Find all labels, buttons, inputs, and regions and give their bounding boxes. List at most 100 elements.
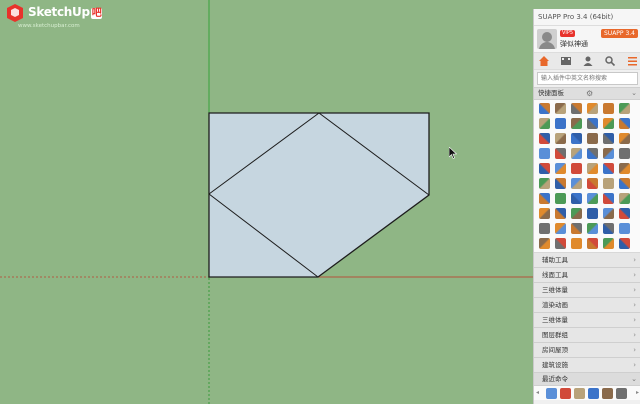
plugin-tool-icon[interactable]: [539, 208, 550, 219]
suapp-panel[interactable]: SUAPP Pro 3.4 (64bit) VIP5 弹似神通 SUAPP 3.…: [533, 9, 640, 404]
scroll-right-icon[interactable]: ▸: [636, 389, 639, 396]
plugin-tool-icon[interactable]: [571, 163, 582, 174]
plugin-tool-icon[interactable]: [571, 193, 582, 204]
scroll-left-icon[interactable]: ◂: [536, 389, 539, 396]
plugin-tool-icon[interactable]: [539, 163, 550, 174]
plugin-tool-icon[interactable]: [603, 178, 614, 189]
recent-command-icon[interactable]: [588, 388, 599, 399]
recent-command-icon[interactable]: [602, 388, 613, 399]
plugin-tool-icon[interactable]: [587, 118, 598, 129]
plugin-tool-icon[interactable]: [555, 103, 566, 114]
username[interactable]: 弹似神通: [560, 39, 588, 49]
plugin-tool-icon[interactable]: [539, 238, 550, 249]
recent-commands-label: 最近命令: [542, 375, 568, 383]
plugin-tool-icon[interactable]: [603, 223, 614, 234]
mouse-cursor-icon: [449, 147, 457, 159]
plugin-tool-icon[interactable]: [587, 193, 598, 204]
menu-item-8[interactable]: 建筑设施 ›: [534, 358, 640, 373]
plugin-tool-icon[interactable]: [555, 223, 566, 234]
chevron-down-icon[interactable]: ⌄: [631, 373, 637, 385]
plugin-tool-icon[interactable]: [571, 223, 582, 234]
plugin-tool-icon[interactable]: [603, 148, 614, 159]
model-face[interactable]: [208, 112, 430, 278]
plugin-tool-icon[interactable]: [587, 148, 598, 159]
plugin-tool-icon[interactable]: [539, 118, 550, 129]
plugin-tool-icon[interactable]: [539, 178, 550, 189]
plugin-tool-icon[interactable]: [619, 238, 630, 249]
plugin-tool-icon[interactable]: [555, 163, 566, 174]
menu-item-7[interactable]: 房间屋顶 ›: [534, 343, 640, 358]
recent-command-icon[interactable]: [546, 388, 557, 399]
recent-commands-header[interactable]: 最近命令 ⌄: [534, 373, 640, 386]
plugin-tool-icon[interactable]: [539, 133, 550, 144]
plugin-tool-icon[interactable]: [603, 193, 614, 204]
cat-avatar-icon[interactable]: [537, 29, 557, 49]
plugin-tool-icon[interactable]: [587, 208, 598, 219]
plugin-tool-icon[interactable]: [587, 238, 598, 249]
plugin-tool-icon[interactable]: [619, 118, 630, 129]
plugin-tool-icon[interactable]: [603, 118, 614, 129]
plugin-tool-icon[interactable]: [555, 133, 566, 144]
gear-icon[interactable]: ⚙: [586, 88, 593, 99]
plugin-tool-icon[interactable]: [555, 193, 566, 204]
menu-item-3[interactable]: 三维体量 ›: [534, 283, 640, 298]
plugin-tool-icon[interactable]: [571, 103, 582, 114]
plugin-tool-icon[interactable]: [619, 208, 630, 219]
plugin-tool-icon[interactable]: [619, 133, 630, 144]
plugin-tool-icon[interactable]: [619, 148, 630, 159]
search-icon[interactable]: [604, 55, 616, 67]
chevron-down-icon[interactable]: ⌄: [631, 88, 637, 99]
plugin-tool-icon[interactable]: [539, 223, 550, 234]
user-row: VIP5 弹似神通 SUAPP 3.4: [534, 26, 640, 52]
home-icon[interactable]: [538, 55, 550, 67]
recent-command-icon[interactable]: [560, 388, 571, 399]
plugin-tool-icon[interactable]: [587, 178, 598, 189]
plugin-tool-icon[interactable]: [587, 223, 598, 234]
plugin-tool-icon[interactable]: [587, 163, 598, 174]
plugin-tool-icon[interactable]: [555, 238, 566, 249]
film-icon[interactable]: [560, 55, 572, 67]
menu-item-1[interactable]: 辅助工具 ›: [534, 253, 640, 268]
plugin-category-list: 辅助工具 › 线面工具 › 三维体量 › 渲染动画 › 三维体量 › 图层群组 › 房间屋顶…: [534, 253, 640, 373]
plugin-tool-icon[interactable]: [587, 133, 598, 144]
quick-panel-header[interactable]: 快捷面板 ⚙ ⌄: [534, 87, 640, 100]
plugin-tool-icon[interactable]: [603, 103, 614, 114]
menu-item-6[interactable]: 图层群组 ›: [534, 328, 640, 343]
plugin-tool-icon[interactable]: [555, 208, 566, 219]
plugin-tool-icon[interactable]: [619, 193, 630, 204]
menu-item-label: 图层群组: [542, 331, 568, 339]
plugin-tool-icon[interactable]: [539, 148, 550, 159]
recent-command-icon[interactable]: [616, 388, 627, 399]
plugin-search-input[interactable]: [538, 73, 640, 84]
plugin-tool-icon[interactable]: [619, 103, 630, 114]
plugin-tool-icon[interactable]: [571, 118, 582, 129]
menu-icon[interactable]: [627, 55, 639, 67]
plugin-tool-icon[interactable]: [603, 163, 614, 174]
plugin-tool-icon[interactable]: [603, 133, 614, 144]
menu-item-5[interactable]: 三维体量 ›: [534, 313, 640, 328]
quick-tool-grid: [534, 100, 640, 253]
plugin-tool-icon[interactable]: [555, 148, 566, 159]
plugin-tool-icon[interactable]: [587, 103, 598, 114]
plugin-tool-icon[interactable]: [555, 178, 566, 189]
plugin-tool-icon[interactable]: [571, 133, 582, 144]
plugin-tool-icon[interactable]: [571, 178, 582, 189]
plugin-tool-icon[interactable]: [571, 148, 582, 159]
plugin-tool-icon[interactable]: [571, 238, 582, 249]
plugin-search[interactable]: [537, 72, 640, 85]
modeling-viewport[interactable]: [0, 0, 533, 404]
plugin-tool-icon[interactable]: [539, 103, 550, 114]
plugin-tool-icon[interactable]: [619, 178, 630, 189]
recent-command-icon[interactable]: [574, 388, 585, 399]
plugin-tool-icon[interactable]: [571, 208, 582, 219]
version-badge[interactable]: SUAPP 3.4: [601, 29, 638, 38]
menu-item-2[interactable]: 线面工具 ›: [534, 268, 640, 283]
plugin-tool-icon[interactable]: [619, 163, 630, 174]
plugin-tool-icon[interactable]: [555, 118, 566, 129]
user-icon[interactable]: [582, 55, 594, 67]
plugin-tool-icon[interactable]: [603, 238, 614, 249]
plugin-tool-icon[interactable]: [539, 193, 550, 204]
menu-item-4[interactable]: 渲染动画 ›: [534, 298, 640, 313]
plugin-tool-icon[interactable]: [619, 223, 630, 234]
plugin-tool-icon[interactable]: [603, 208, 614, 219]
